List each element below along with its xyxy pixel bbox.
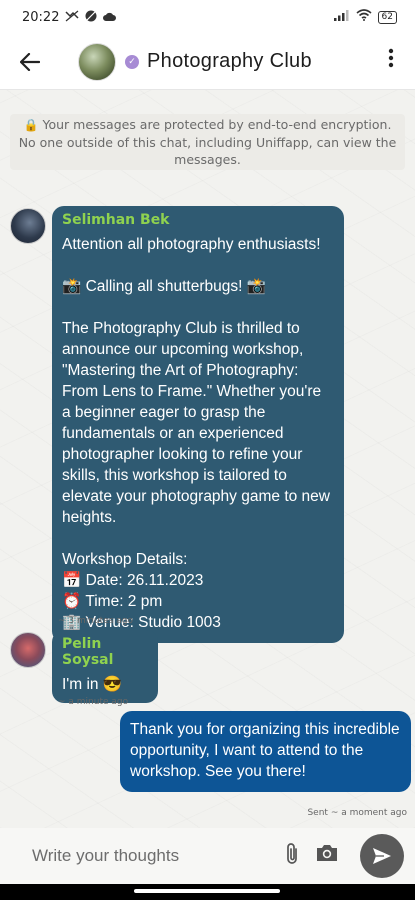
home-gesture-bar[interactable]: [134, 889, 280, 893]
missed-call-icon: [65, 10, 79, 25]
camera-icon: [317, 845, 337, 861]
message-timestamp: ~ 3 minutes ago: [58, 616, 134, 626]
sender-name[interactable]: Selimhan Bek: [62, 212, 334, 228]
verified-badge-icon: ✓: [125, 54, 139, 69]
encryption-notice: 🔒 Your messages are protected by end-to-…: [10, 114, 405, 170]
attach-button[interactable]: [279, 842, 305, 870]
location-off-icon: [85, 10, 97, 25]
back-button[interactable]: [0, 34, 60, 90]
paperclip-icon: [287, 843, 297, 864]
message-text: Thank you for organizing this incredible…: [130, 721, 404, 780]
more-vertical-icon: [388, 48, 394, 68]
chat-header: ✓ Photography Club: [0, 34, 415, 90]
battery-icon: 62: [377, 10, 397, 24]
avatar[interactable]: [10, 632, 46, 668]
more-options-button[interactable]: [381, 48, 401, 76]
cloud-icon: [103, 10, 117, 24]
message-bubble[interactable]: Pelin Soysal I'm in 😎: [52, 630, 158, 703]
wifi-icon: [356, 9, 372, 25]
chat-area[interactable]: 🔒 Your messages are protected by end-to-…: [0, 90, 415, 828]
message-text: I'm in 😎: [62, 676, 123, 693]
status-right: 62: [333, 9, 397, 25]
message-text: Attention all photography enthusiasts! 📸…: [62, 236, 330, 631]
avatar[interactable]: [10, 208, 46, 244]
arrow-left-icon: [20, 52, 40, 71]
status-time: 20:22: [22, 9, 60, 25]
lock-icon: 🔒: [23, 118, 39, 132]
status-left: 20:22: [22, 9, 117, 25]
system-nav-bar: [0, 884, 415, 900]
sender-name[interactable]: Pelin Soysal: [62, 636, 148, 668]
chat-title[interactable]: Photography Club: [147, 50, 312, 73]
status-bar: 20:22 62: [0, 0, 415, 34]
message-bubble[interactable]: Selimhan Bek Attention all photography e…: [52, 206, 344, 643]
message-timestamp: Sent ~ a moment ago: [307, 808, 407, 818]
camera-button[interactable]: [315, 842, 341, 870]
send-button[interactable]: [360, 834, 404, 878]
message-timestamp: ~ a minute ago: [58, 697, 129, 707]
encryption-text: Your messages are protected by end-to-en…: [18, 117, 397, 167]
message-bubble[interactable]: Thank you for organizing this incredible…: [120, 711, 411, 792]
send-icon: [373, 848, 391, 864]
group-avatar[interactable]: [78, 42, 116, 81]
message-composer: [0, 828, 415, 884]
signal-icon: [333, 9, 350, 25]
